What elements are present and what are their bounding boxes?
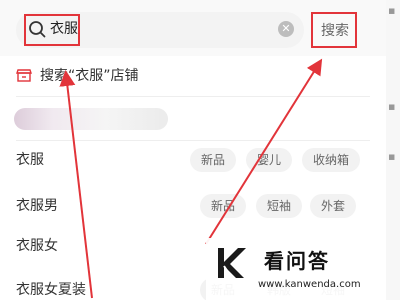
store-icon <box>16 69 32 82</box>
suggestion-label: 衣服男 <box>16 198 58 214</box>
divider <box>16 96 370 97</box>
background-page-edge: ▪ ▪ ▪ <box>386 0 400 300</box>
suggestion-item[interactable]: 衣服男 新品 短袖 外套 <box>0 186 386 226</box>
background-text: ▪ <box>388 100 396 113</box>
shop-search-row[interactable]: 搜索“衣服”店铺 <box>0 58 386 94</box>
blurred-suggestion <box>14 108 168 130</box>
background-text: ▪ <box>388 150 396 163</box>
suggestion-tag[interactable]: 外套 <box>310 194 356 218</box>
suggestion-item[interactable]: 衣服 新品 婴儿 收纳箱 <box>0 140 386 180</box>
suggestion-tag[interactable]: 收纳箱 <box>302 148 360 172</box>
watermark-title: 看问答 <box>264 249 330 273</box>
suggestion-label: 衣服 <box>16 152 44 168</box>
query-annotation-box <box>24 14 80 46</box>
watermark: 看问答 www.kanwenda.com <box>206 238 386 300</box>
suggestion-label: 衣服女夏装 <box>16 282 86 298</box>
watermark-url: www.kanwenda.com <box>258 279 361 290</box>
watermark-logo-icon <box>218 248 246 279</box>
clear-icon[interactable]: ✕ <box>278 21 294 37</box>
suggestion-label: 衣服女 <box>16 238 58 254</box>
search-button-annotation-box <box>311 12 357 48</box>
suggestion-tag[interactable]: 新品 <box>190 148 236 172</box>
shop-search-label: 搜索“衣服”店铺 <box>40 68 139 84</box>
background-text: ▪ <box>388 4 396 17</box>
suggestion-tag[interactable]: 婴儿 <box>246 148 292 172</box>
suggestion-tag[interactable]: 短袖 <box>256 194 302 218</box>
suggestion-tag[interactable]: 新品 <box>200 194 246 218</box>
